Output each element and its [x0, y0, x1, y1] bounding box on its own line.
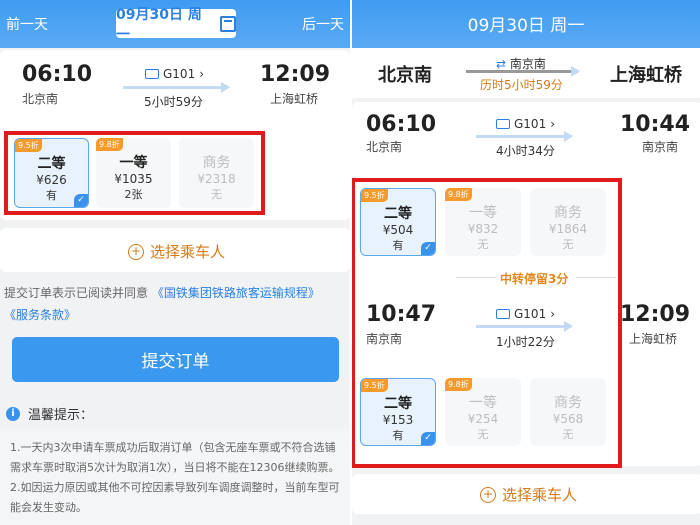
leg2-arrive-time: 12:09: [620, 302, 691, 327]
route-from: 北京南: [378, 65, 432, 86]
tips-box: 1.一天内3次申请车票成功后取消订单（包含无座车票或不符合选铺需求车票时取消5次…: [0, 428, 350, 525]
leg1-duration: 4小时34分: [496, 144, 555, 158]
date-title: 09月30日 周一: [467, 16, 585, 36]
depart-station: 北京南: [22, 92, 59, 106]
depart-time: 06:10: [22, 62, 93, 87]
leg1-train-link[interactable]: G101 ›: [496, 117, 555, 131]
single-trip-order-panel: 前一天 09月30日 周一 后一天 06:10 北京南 G101 › 5小时59…: [0, 0, 350, 525]
chevron-right-icon: ›: [199, 67, 205, 81]
tips-title: 温馨提示：: [28, 408, 94, 423]
add-passenger-label: 选择乘车人: [150, 243, 226, 261]
passenger-card: + 选择乘车人: [0, 228, 350, 272]
chevron-right-icon: ›: [550, 117, 556, 131]
date-selector[interactable]: 09月30日 周一: [116, 7, 236, 43]
direction-arrow: [123, 82, 230, 93]
total-duration: 历时5小时59分: [480, 78, 563, 92]
date-bar: 前一天 09月30日 周一 后一天: [0, 0, 350, 48]
terms-link[interactable]: 《服务条款》: [4, 308, 76, 322]
via-station-label: 南京南: [509, 57, 546, 71]
add-passenger-button[interactable]: + 选择乘车人: [128, 241, 225, 262]
add-passenger-button[interactable]: + 选择乘车人: [480, 484, 577, 505]
tips-header: i 温馨提示：: [6, 404, 93, 423]
route-summary: 北京南 ⇄ 南京南 历时5小时59分 上海虹桥: [352, 48, 700, 98]
direction-arrow: [476, 131, 573, 142]
route-to: 上海虹桥: [610, 65, 682, 86]
train-number: G101: [163, 67, 196, 81]
calendar-icon: [220, 15, 236, 32]
date-label: 09月30日 周一: [116, 6, 202, 43]
transfer-trip-order-panel: 09月30日 周一 北京南 ⇄ 南京南 历时5小时59分 上海虹桥 06:10 …: [350, 0, 700, 525]
leg1-arrive-station: 南京南: [642, 140, 679, 154]
plus-circle-icon: +: [128, 243, 144, 260]
info-icon: i: [6, 406, 20, 421]
arrive-time: 12:09: [260, 62, 331, 87]
add-passenger-label: 选择乘车人: [502, 486, 578, 504]
tip-item: 1.一天内3次申请车票成功后取消订单（包含无座车票或不符合选铺需求车票时取消5次…: [10, 441, 340, 474]
transfer-icon: ⇄: [496, 57, 507, 71]
passenger-card: + 选择乘车人: [352, 474, 700, 514]
rules-link[interactable]: 《国铁集团铁路旅客运输规程》: [152, 286, 320, 300]
highlight-box: [352, 178, 622, 468]
highlight-box: [4, 131, 265, 215]
leg1-depart-station: 北京南: [366, 140, 403, 154]
next-day-button[interactable]: 后一天: [302, 14, 344, 34]
submit-order-button[interactable]: 提交订单: [12, 337, 339, 382]
duration: 5小时59分: [144, 95, 203, 109]
leg2-arrive-station: 上海虹桥: [629, 332, 678, 346]
leg1-depart-time: 06:10: [366, 112, 437, 137]
tip-item: 2.如因运力原因或其他不可控因素导致列车调度调整时，当前车型可能会发生变动。: [10, 481, 340, 514]
ticket-icon: [496, 119, 510, 129]
train-number-link[interactable]: G101 ›: [145, 67, 204, 81]
ticket-icon: [145, 69, 159, 79]
date-bar: 09月30日 周一: [352, 0, 700, 48]
leg1-arrive-time: 10:44: [620, 112, 691, 137]
route-arrow: [466, 66, 580, 77]
train-number: G101: [514, 117, 547, 131]
agreement-text: 提交订单表示已阅读并同意 《国铁集团铁路旅客运输规程》 《服务条款》: [4, 282, 344, 326]
plus-circle-icon: +: [480, 486, 496, 503]
agreement-prefix: 提交订单表示已阅读并同意: [4, 286, 149, 300]
arrive-station: 上海虹桥: [270, 92, 319, 106]
prev-day-button[interactable]: 前一天: [6, 14, 48, 34]
